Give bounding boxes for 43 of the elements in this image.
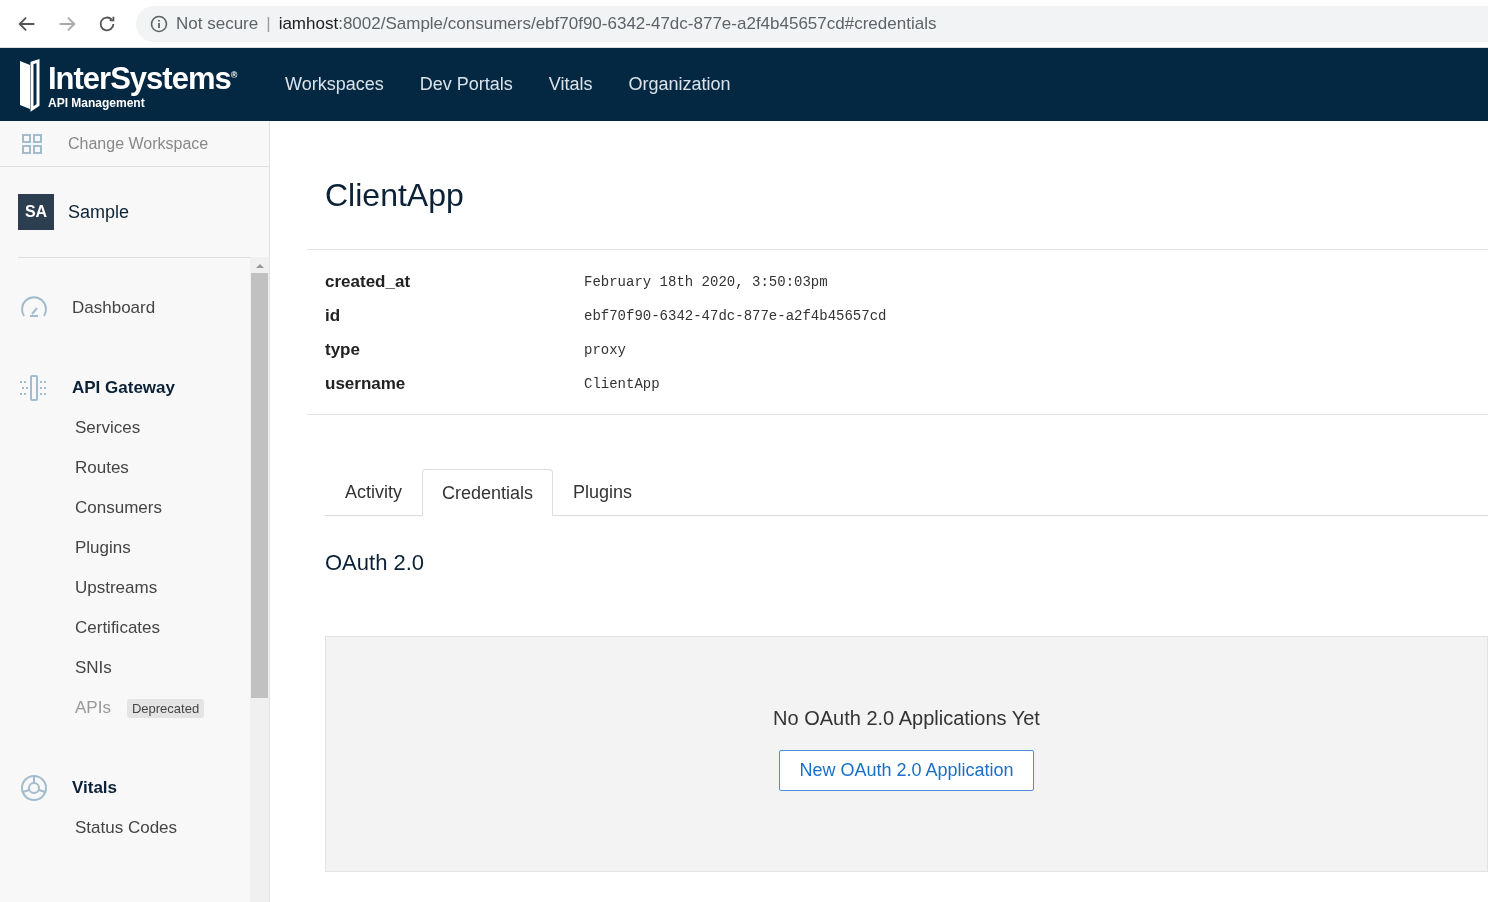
sidebar-item[interactable]: Services bbox=[18, 408, 141, 448]
sidebar-item[interactable]: Consumers bbox=[18, 488, 162, 528]
field-label: created_at bbox=[325, 272, 412, 292]
page-title: ClientApp bbox=[324, 176, 465, 215]
info-icon bbox=[150, 14, 168, 33]
nav-link[interactable]: Workspaces bbox=[285, 74, 384, 95]
logo-subtitle: API Management bbox=[48, 95, 145, 110]
field-value: ClientApp bbox=[584, 375, 661, 394]
workspace-avatar: SA bbox=[18, 194, 54, 230]
scrollbar[interactable] bbox=[250, 257, 269, 902]
nav-link[interactable]: Vitals bbox=[548, 74, 593, 95]
sidebar-item[interactable]: Status Codes bbox=[18, 808, 178, 848]
target-icon bbox=[18, 772, 50, 804]
sidebar-item[interactable]: SNIs bbox=[18, 648, 112, 688]
url-text: iamhost:8002/Sample/consumers/ebf70f90-6342-47dc-877e-a2f4b45657cd#credentials bbox=[278, 13, 937, 34]
sidebar-item[interactable]: Plugins bbox=[18, 528, 131, 568]
field-value: February 18th 2020, 3:50:03pm bbox=[584, 273, 829, 292]
security-label: Not secure bbox=[176, 13, 259, 34]
scroll-up-icon[interactable] bbox=[254, 261, 265, 271]
section-title: OAuth 2.0 bbox=[325, 550, 426, 577]
tab[interactable]: Credentials bbox=[422, 469, 554, 516]
sidebar-section-link[interactable]: Vitals bbox=[18, 768, 250, 808]
address-bar[interactable]: Not secure | iamhost:8002/Sample/consumers/ebf70f90-6342-47dc-877e-a2f4b45657cd#credentials bbox=[136, 5, 1488, 42]
empty-message: No OAuth 2.0 Applications Yet bbox=[773, 707, 1040, 730]
sidebar-item[interactable]: Upstreams bbox=[18, 568, 158, 608]
field-label: id bbox=[325, 306, 342, 326]
nav-link[interactable]: Dev Portals bbox=[419, 74, 513, 95]
sidebar-item[interactable]: Routes bbox=[18, 448, 129, 488]
sidebar-section-link[interactable]: API Gateway bbox=[18, 368, 250, 408]
deprecated-badge: Deprecated bbox=[126, 698, 205, 718]
separator-icon: | bbox=[266, 13, 271, 34]
sidebar-section-link[interactable]: Dashboard bbox=[18, 288, 250, 328]
grid-icon bbox=[22, 133, 42, 154]
sidebar-item[interactable]: Certificates bbox=[18, 608, 161, 648]
field-value: ebf70f90-6342-47dc-877e-a2f4b45657cd bbox=[584, 307, 888, 326]
logo-icon bbox=[18, 56, 40, 113]
field-value: proxy bbox=[584, 341, 627, 360]
nav-link[interactable]: Organization bbox=[628, 74, 731, 95]
logo-text: InterSystems$^{®}$ bbox=[48, 60, 237, 96]
field-label: type bbox=[325, 340, 361, 360]
field-label: username bbox=[325, 374, 407, 394]
workspace-name: Sample bbox=[68, 201, 130, 223]
new-application-button[interactable]: New OAuth 2.0 Application bbox=[779, 750, 1034, 791]
